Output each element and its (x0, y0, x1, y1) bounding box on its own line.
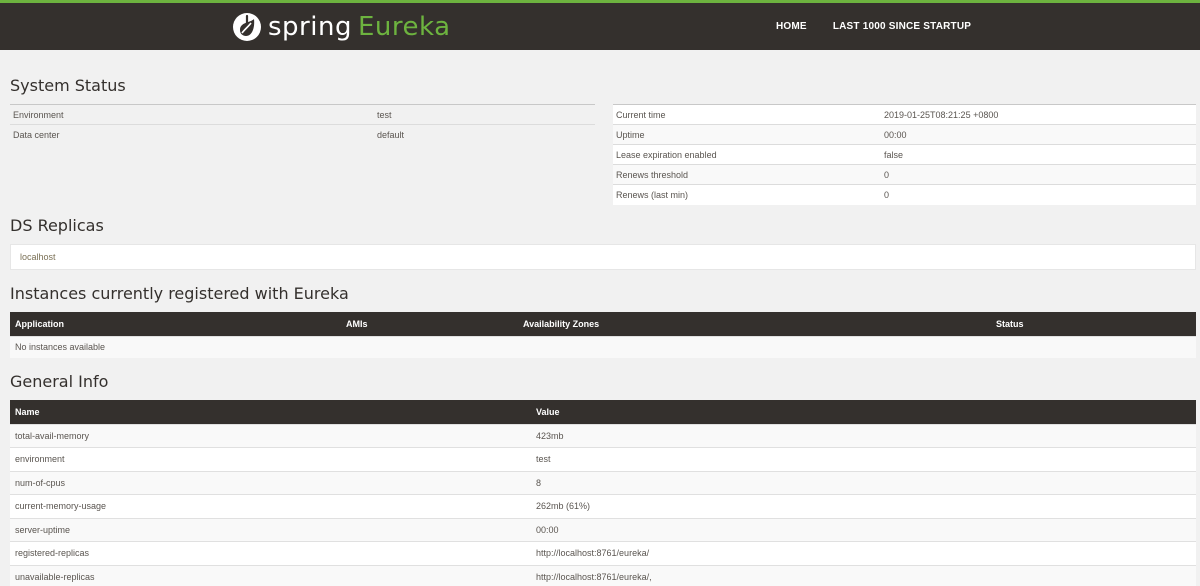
table-row: registered-replicas http://localhost:876… (10, 541, 1196, 565)
column-header-availability-zones: Availability Zones (518, 312, 991, 336)
status-row-data-center: Data center default (10, 124, 595, 145)
info-name: current-memory-usage (10, 494, 531, 518)
status-label: Data center (10, 124, 374, 145)
status-value: 00:00 (881, 124, 1196, 145)
table-row: total-avail-memory 423mb (10, 423, 1196, 448)
table-row: unavailable-replicas http://localhost:87… (10, 564, 1196, 586)
system-status-right-table: Current time 2019-01-25T08:21:25 +0800 U… (613, 104, 1196, 205)
table-row: current-memory-usage 262mb (61%) (10, 494, 1196, 518)
info-name: server-uptime (10, 517, 531, 542)
ds-replicas-title: DS Replicas (10, 216, 104, 235)
status-value: default (374, 124, 595, 145)
spring-logo-icon (233, 13, 261, 41)
nav-last-1000-link[interactable]: LAST 1000 SINCE STARTUP (833, 21, 971, 32)
general-info-header-row: Name Value (10, 400, 1196, 424)
info-value: 00:00 (531, 517, 1196, 542)
brand-spring-text: spring (268, 12, 352, 42)
column-header-value: Value (531, 400, 1196, 424)
replica-link-localhost[interactable]: localhost (20, 252, 56, 262)
column-header-amis: AMIs (341, 312, 518, 336)
status-value: 0 (881, 164, 1196, 185)
status-label: Environment (10, 104, 374, 125)
info-name: registered-replicas (10, 541, 531, 565)
instances-table: Application AMIs Availability Zones Stat… (10, 312, 1196, 358)
status-label: Uptime (613, 124, 881, 145)
status-label: Renews (last min) (613, 184, 881, 205)
info-value: 8 (531, 470, 1196, 495)
info-name: total-avail-memory (10, 423, 531, 448)
status-value: 2019-01-25T08:21:25 +0800 (881, 104, 1196, 125)
info-value: http://localhost:8761/eureka/ (531, 541, 1196, 565)
status-value: 0 (881, 184, 1196, 205)
general-info-title: General Info (10, 372, 109, 391)
table-row: num-of-cpus 8 (10, 470, 1196, 495)
info-value: test (531, 447, 1196, 471)
info-name: environment (10, 447, 531, 471)
status-row-lease-expiration: Lease expiration enabled false (613, 144, 1196, 165)
info-name: unavailable-replicas (10, 564, 531, 586)
brand-link[interactable]: spring Eureka (232, 9, 451, 45)
replicas-list: localhost (10, 244, 1196, 270)
status-row-current-time: Current time 2019-01-25T08:21:25 +0800 (613, 104, 1196, 125)
status-label: Lease expiration enabled (613, 144, 881, 165)
info-value: 262mb (61%) (531, 494, 1196, 518)
table-row: No instances available (10, 335, 1196, 358)
empty-state-text: No instances available (10, 335, 1196, 358)
system-status-title: System Status (10, 76, 126, 95)
status-value: false (881, 144, 1196, 165)
status-row-environment: Environment test (10, 104, 595, 125)
info-name: num-of-cpus (10, 470, 531, 495)
status-row-renews-last-min: Renews (last min) 0 (613, 184, 1196, 205)
status-row-renews-threshold: Renews threshold 0 (613, 164, 1196, 185)
instances-title: Instances currently registered with Eure… (10, 284, 349, 303)
top-navbar: spring Eureka HOME LAST 1000 SINCE START… (0, 0, 1200, 50)
info-value: 423mb (531, 423, 1196, 448)
table-row: server-uptime 00:00 (10, 517, 1196, 542)
table-row: environment test (10, 447, 1196, 471)
status-row-uptime: Uptime 00:00 (613, 124, 1196, 145)
column-header-status: Status (991, 312, 1196, 336)
status-label: Renews threshold (613, 164, 881, 185)
nav-home-link[interactable]: HOME (776, 21, 807, 32)
brand-eureka-text: Eureka (357, 12, 451, 42)
status-value: test (374, 104, 595, 125)
general-info-table: Name Value total-avail-memory 423mb envi… (10, 400, 1196, 586)
nav-links: HOME LAST 1000 SINCE STARTUP (776, 3, 997, 50)
instances-header-row: Application AMIs Availability Zones Stat… (10, 312, 1196, 336)
info-value: http://localhost:8761/eureka/, (531, 564, 1196, 586)
column-header-application: Application (10, 312, 341, 336)
status-label: Current time (613, 104, 881, 125)
column-header-name: Name (10, 400, 531, 424)
system-status-left-table: Environment test Data center default (10, 104, 595, 145)
